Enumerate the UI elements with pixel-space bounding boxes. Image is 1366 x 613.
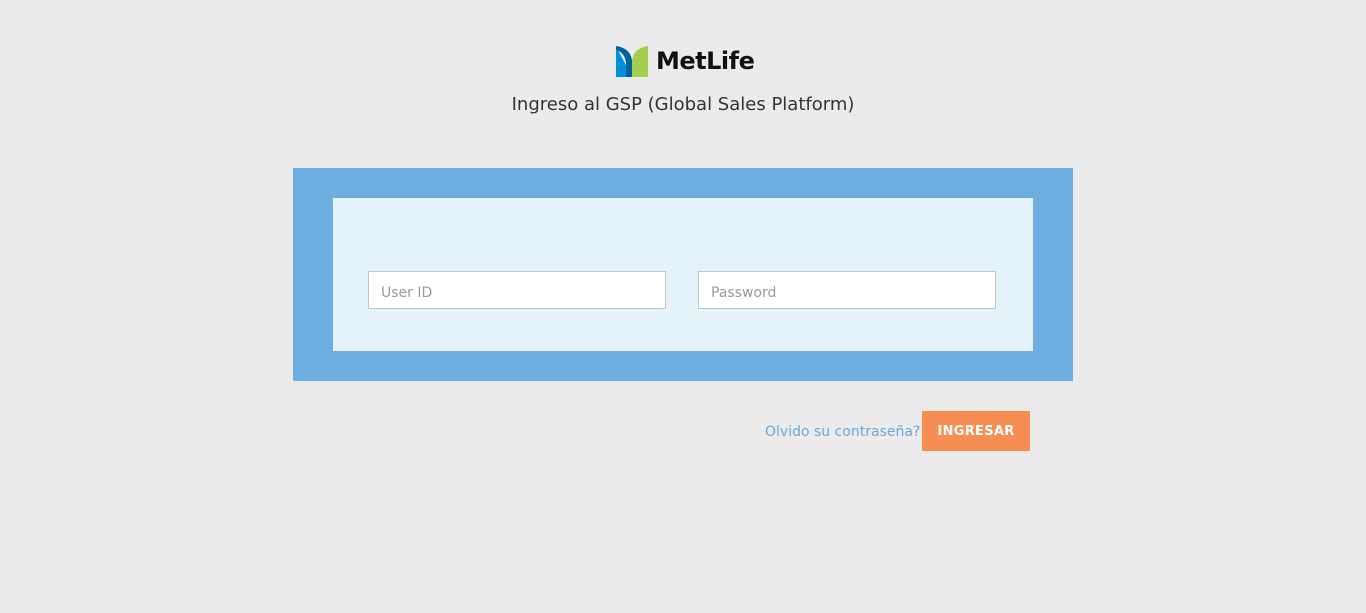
login-form	[333, 198, 1033, 351]
login-panel	[293, 168, 1073, 381]
metlife-logo-icon	[616, 46, 648, 77]
ingresar-button[interactable]: INGRESAR	[922, 411, 1030, 451]
password-input[interactable]	[698, 271, 996, 309]
login-page: MetLife Ingreso al GSP (Global Sales Pla…	[0, 0, 1366, 613]
user-id-input[interactable]	[368, 271, 666, 309]
forgot-password-link[interactable]: Olvido su contraseña?	[765, 422, 920, 442]
page-subtitle: Ingreso al GSP (Global Sales Platform)	[511, 94, 855, 115]
metlife-logo: MetLife	[616, 46, 755, 77]
logo-text: MetLife	[656, 47, 755, 75]
